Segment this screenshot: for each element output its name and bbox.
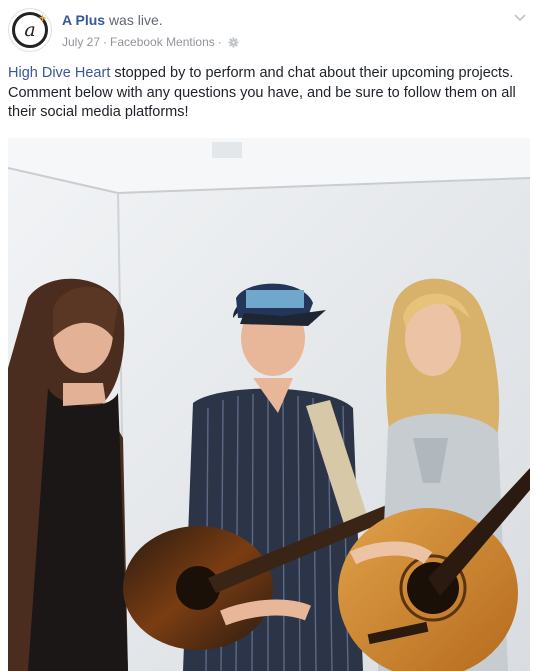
post-date[interactable]: July 27 bbox=[62, 34, 100, 50]
live-video-player[interactable] bbox=[8, 138, 530, 671]
post-header: a + A Plus was live. July 27 · Facebook … bbox=[8, 8, 529, 56]
live-post-card: a + A Plus was live. July 27 · Facebook … bbox=[0, 0, 537, 671]
post-source: Facebook Mentions bbox=[110, 35, 215, 49]
post-text: High Dive Heart stopped by to perform an… bbox=[8, 64, 526, 123]
chevron-down-icon[interactable] bbox=[513, 10, 527, 24]
post-meta: July 27 · Facebook Mentions · bbox=[62, 34, 239, 50]
author-line: A Plus was live. bbox=[62, 11, 163, 29]
a-plus-logo: a + bbox=[12, 12, 48, 48]
author-name-link[interactable]: A Plus bbox=[62, 12, 105, 28]
meta-separator: · bbox=[103, 35, 108, 49]
video-frame-image bbox=[8, 138, 530, 671]
page-avatar[interactable]: a + bbox=[8, 8, 52, 52]
gear-icon[interactable] bbox=[228, 36, 239, 48]
meta-separator-2: · bbox=[217, 35, 222, 49]
author-action: was live. bbox=[108, 12, 163, 28]
mentioned-page-link[interactable]: High Dive Heart bbox=[8, 65, 110, 81]
avatar-plus: + bbox=[38, 11, 46, 25]
avatar-letter: a bbox=[24, 18, 36, 41]
